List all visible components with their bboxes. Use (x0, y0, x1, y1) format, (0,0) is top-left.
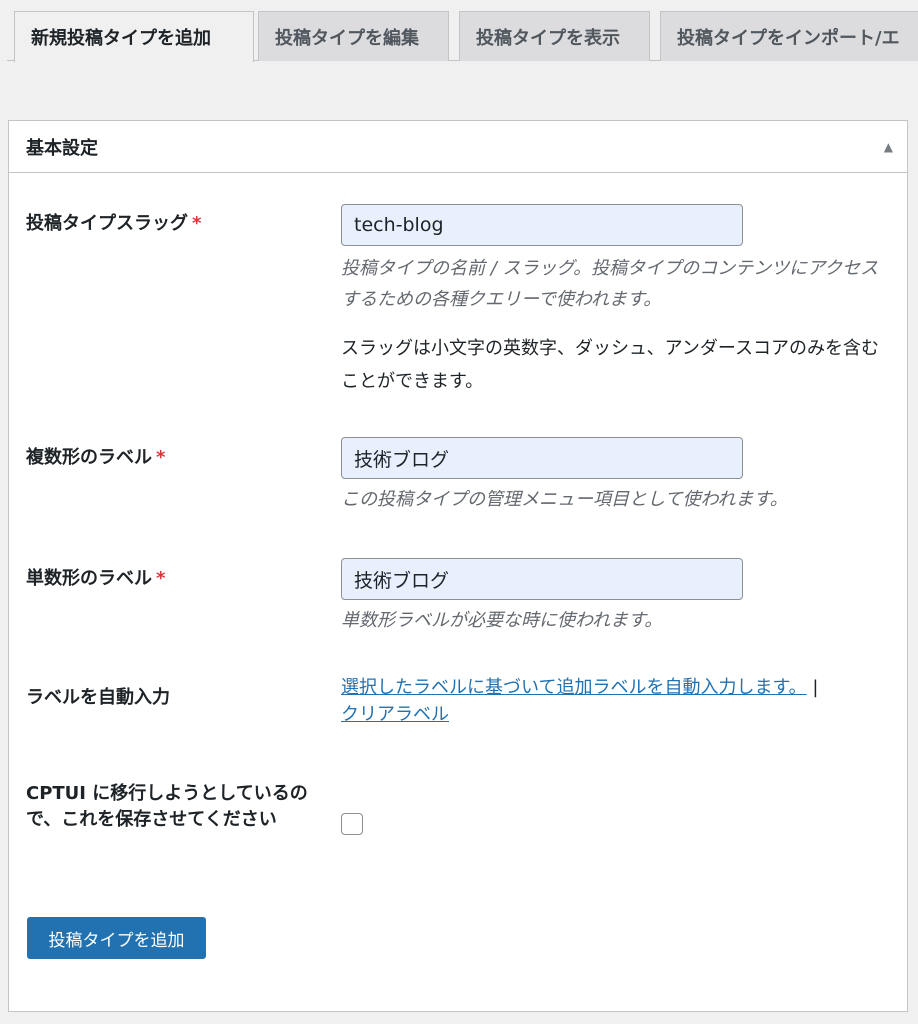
clear-labels-link[interactable]: クリアラベル (341, 704, 449, 725)
tab-bar: 新規投稿タイプを追加 投稿タイプを編集 投稿タイプを表示 投稿タイプをインポート… (7, 0, 918, 62)
plural-label: 複数形のラベル * (26, 447, 166, 468)
tab-view-post-types[interactable]: 投稿タイプを表示 (459, 11, 650, 61)
autofill-label: ラベルを自動入力 (26, 687, 170, 708)
panel-title: 基本設定 (26, 137, 98, 159)
singular-label-input[interactable] (341, 558, 743, 600)
autofill-labels-link[interactable]: 選択したラベルに基づいて追加ラベルを自動入力します。 (341, 677, 807, 698)
tab-import-export[interactable]: 投稿タイプをインポート/エ (660, 11, 918, 61)
tab-edit-post-type[interactable]: 投稿タイプを編集 (258, 11, 449, 61)
singular-label: 単数形のラベル * (26, 568, 166, 589)
plural-label-input[interactable] (341, 437, 743, 479)
required-mark: * (156, 568, 166, 589)
slug-description: 投稿タイプの名前 / スラッグ。投稿タイプのコンテンツにアクセスするための各種ク… (341, 258, 879, 310)
singular-description: 単数形ラベルが必要な時に使われます。 (341, 610, 663, 631)
required-mark: * (192, 213, 202, 234)
slug-label: 投稿タイプスラッグ * (26, 213, 202, 234)
add-post-type-button[interactable]: 投稿タイプを追加 (27, 917, 206, 959)
tab-add-post-type[interactable]: 新規投稿タイプを追加 (14, 11, 254, 62)
slug-input[interactable] (341, 204, 743, 246)
autofill-links: 選択したラベルに基づいて追加ラベルを自動入力します。 | クリアラベル (341, 674, 886, 728)
required-mark: * (156, 447, 166, 468)
migrate-label: CPTUI に移行しようとしているので、これを保存させてください (26, 783, 308, 830)
link-separator: | (812, 677, 819, 698)
migrate-checkbox[interactable] (341, 813, 363, 835)
slug-note: スラッグは小文字の英数字、ダッシュ、アンダースコアのみを含むことができます。 (341, 338, 880, 392)
collapse-triangle-icon[interactable]: ▲ (884, 140, 893, 154)
panel-header[interactable]: 基本設定 ▲ (9, 121, 907, 173)
basic-settings-panel: 基本設定 ▲ 投稿タイプスラッグ* 投稿タイプの名前 / スラッグ。投稿タイプの… (8, 120, 908, 1012)
plural-description: この投稿タイプの管理メニュー項目として使われます。 (341, 489, 788, 510)
